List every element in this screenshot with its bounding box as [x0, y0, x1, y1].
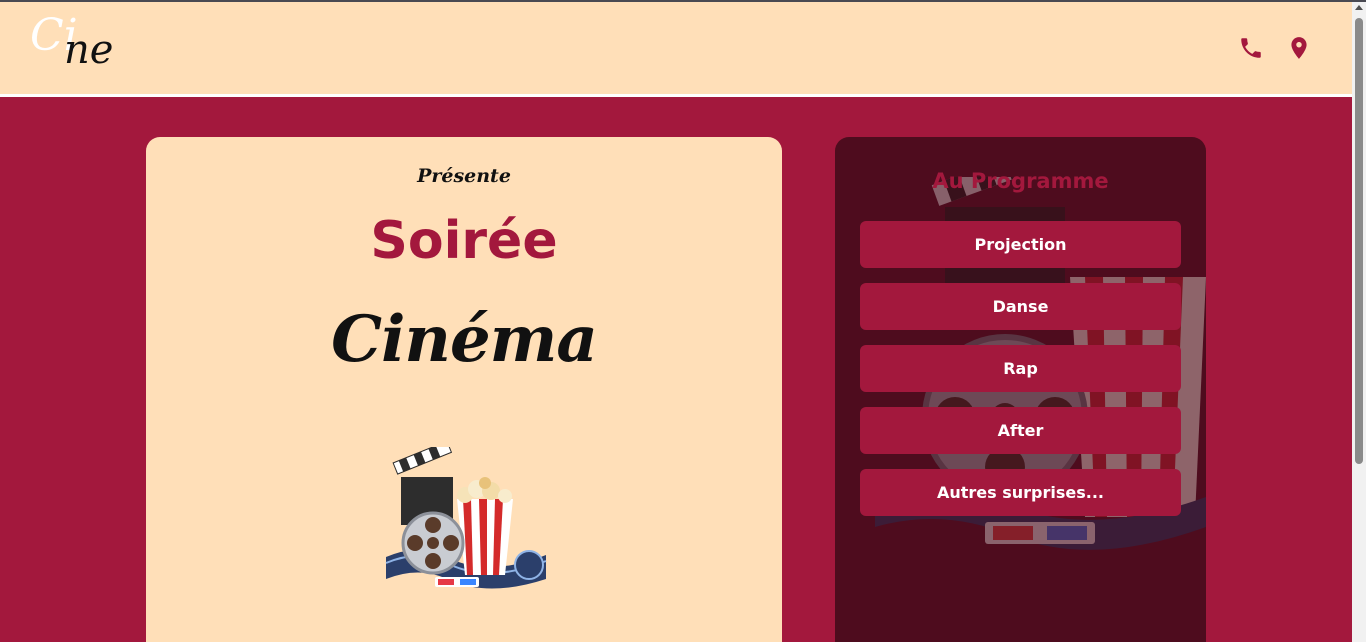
- logo-part-ne: ne: [64, 27, 114, 73]
- page-scrollbar[interactable]: [1352, 2, 1366, 642]
- programme-title: Au Programme: [932, 169, 1109, 193]
- cinema-illustration: [385, 447, 547, 589]
- presente-label: Présente: [417, 165, 511, 187]
- scroll-up-arrow-icon[interactable]: [1355, 5, 1363, 10]
- programme-item-rap[interactable]: Rap: [860, 345, 1181, 392]
- event-title: Soirée: [370, 211, 558, 271]
- phone-icon[interactable]: [1238, 35, 1264, 61]
- programme-panel: Au Programme Projection Danse Rap After …: [835, 137, 1206, 642]
- site-logo[interactable]: Ci ne: [30, 12, 120, 76]
- header-divider: [0, 94, 1352, 97]
- event-card: Présente Soirée Cinéma: [146, 137, 782, 642]
- scrollbar-thumb[interactable]: [1355, 18, 1363, 464]
- programme-item-danse[interactable]: Danse: [860, 283, 1181, 330]
- event-subtitle: Cinéma: [331, 302, 598, 377]
- programme-item-after[interactable]: After: [860, 407, 1181, 454]
- location-pin-icon[interactable]: [1286, 35, 1312, 61]
- programme-item-autres-surprises[interactable]: Autres surprises...: [860, 469, 1181, 516]
- site-header: Ci ne: [0, 2, 1352, 94]
- header-contact-icons: [1238, 35, 1312, 61]
- programme-item-projection[interactable]: Projection: [860, 221, 1181, 268]
- programme-menu: Projection Danse Rap After Autres surpri…: [860, 221, 1181, 531]
